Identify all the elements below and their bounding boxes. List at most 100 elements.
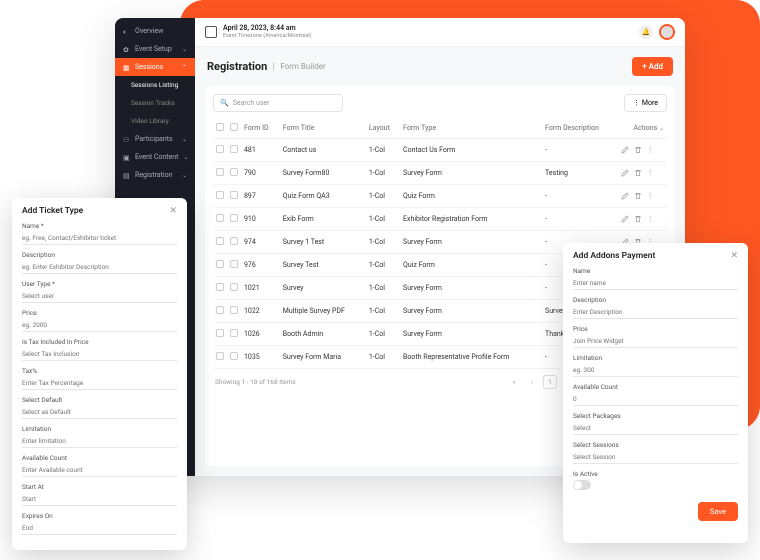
more-icon[interactable]: ⋮ bbox=[647, 192, 654, 200]
field-label: Select Packages bbox=[573, 412, 738, 420]
column-header[interactable] bbox=[213, 118, 227, 139]
checkbox[interactable] bbox=[230, 306, 238, 314]
column-header[interactable] bbox=[227, 118, 241, 139]
search-icon: 🔍 bbox=[220, 99, 229, 107]
form-id: 910 bbox=[241, 208, 280, 231]
field-input[interactable] bbox=[22, 232, 177, 245]
column-header[interactable]: Form Description bbox=[542, 118, 618, 139]
field-input[interactable] bbox=[573, 393, 738, 406]
form-title: Survey Form80 bbox=[280, 162, 366, 185]
checkbox[interactable] bbox=[230, 214, 238, 222]
close-icon[interactable]: ✕ bbox=[169, 206, 177, 216]
edit-icon[interactable] bbox=[621, 215, 629, 223]
avatar[interactable] bbox=[659, 24, 675, 40]
page-button[interactable]: ‹ bbox=[525, 375, 539, 389]
add-ticket-type-modal: Add Ticket Type ✕ Name *DescriptionUser … bbox=[12, 198, 187, 550]
notifications-button[interactable]: 🔔 bbox=[639, 25, 653, 39]
checkbox[interactable] bbox=[216, 145, 224, 153]
sidebar-item-participants[interactable]: ⚇Participants⌄ bbox=[115, 130, 195, 148]
page-button[interactable]: 1 bbox=[543, 375, 557, 389]
checkbox[interactable] bbox=[216, 283, 224, 291]
checkbox[interactable] bbox=[230, 145, 238, 153]
column-header[interactable]: Form Title bbox=[280, 118, 366, 139]
column-header[interactable]: Form ID bbox=[241, 118, 280, 139]
save-button[interactable]: Save bbox=[698, 502, 738, 521]
table-row[interactable]: 897Quiz Form QA31-ColQuiz Form-⋮ bbox=[213, 185, 667, 208]
more-icon[interactable]: ⋮ bbox=[647, 169, 654, 177]
gear-icon: ✿ bbox=[123, 46, 130, 53]
delete-icon[interactable] bbox=[634, 146, 642, 154]
table-row[interactable]: 790Survey Form801-ColSurvey FormTesting⋮ bbox=[213, 162, 667, 185]
checkbox[interactable] bbox=[216, 214, 224, 222]
checkbox[interactable] bbox=[230, 123, 238, 131]
checkbox[interactable] bbox=[230, 168, 238, 176]
more-icon[interactable]: ⋮ bbox=[647, 146, 654, 154]
checkbox[interactable] bbox=[216, 260, 224, 268]
form-id: 790 bbox=[241, 162, 280, 185]
field-input[interactable] bbox=[22, 406, 177, 419]
checkbox[interactable] bbox=[230, 329, 238, 337]
form-layout: 1-Col bbox=[366, 300, 400, 323]
table-row[interactable]: 910Exib Form1-ColExhibitor Registration … bbox=[213, 208, 667, 231]
field-input[interactable] bbox=[22, 377, 177, 390]
search-input[interactable]: 🔍Search user bbox=[213, 94, 343, 112]
delete-icon[interactable] bbox=[634, 169, 642, 177]
checkbox[interactable] bbox=[230, 237, 238, 245]
column-header[interactable]: Actions ⌄ bbox=[618, 118, 667, 139]
column-header[interactable]: Form Type bbox=[400, 118, 542, 139]
field-input[interactable] bbox=[22, 261, 177, 274]
checkbox[interactable] bbox=[230, 191, 238, 199]
sidebar-item-video-library[interactable]: Video Library bbox=[115, 112, 195, 130]
field-input[interactable] bbox=[22, 464, 177, 477]
field-input[interactable] bbox=[573, 306, 738, 319]
sidebar-item-registration[interactable]: ▤Registration⌄ bbox=[115, 166, 195, 184]
chevron-down-icon: ⌄ bbox=[182, 136, 187, 143]
more-icon[interactable]: ⋮ bbox=[647, 215, 654, 223]
delete-icon[interactable] bbox=[634, 215, 642, 223]
field-input[interactable] bbox=[22, 522, 177, 535]
form-layout: 1-Col bbox=[366, 162, 400, 185]
pagination-summary: Showing 1 - 10 of 168 Items bbox=[215, 378, 296, 386]
edit-icon[interactable] bbox=[621, 169, 629, 177]
field-input[interactable] bbox=[573, 277, 738, 290]
delete-icon[interactable] bbox=[634, 192, 642, 200]
checkbox[interactable] bbox=[216, 329, 224, 337]
checkbox[interactable] bbox=[216, 168, 224, 176]
checkbox[interactable] bbox=[230, 260, 238, 268]
checkbox[interactable] bbox=[230, 352, 238, 360]
edit-icon[interactable] bbox=[621, 192, 629, 200]
field-label: Limitation bbox=[573, 354, 738, 362]
checkbox[interactable] bbox=[216, 191, 224, 199]
is-active-toggle[interactable] bbox=[573, 480, 591, 490]
table-row[interactable]: 481Contact us1-ColContact Us Form-⋮ bbox=[213, 139, 667, 162]
sidebar-item-sessions-listing[interactable]: Sessions Listing bbox=[115, 76, 195, 94]
add-button[interactable]: + Add bbox=[632, 57, 673, 76]
field-input[interactable] bbox=[22, 348, 177, 361]
more-button[interactable]: ⋮ More bbox=[624, 94, 667, 112]
column-header[interactable]: Layout bbox=[366, 118, 400, 139]
field-input[interactable] bbox=[573, 451, 738, 464]
sidebar-item-event-setup[interactable]: ✿Event Setup⌄ bbox=[115, 40, 195, 58]
field-input[interactable] bbox=[573, 422, 738, 435]
sidebar-item-overview[interactable]: ◐Overview bbox=[115, 22, 195, 40]
form-id: 1035 bbox=[241, 346, 280, 369]
field-input[interactable] bbox=[22, 319, 177, 332]
close-icon[interactable]: ✕ bbox=[730, 251, 738, 261]
field-input[interactable] bbox=[573, 335, 738, 348]
sidebar-item-session-tracks[interactable]: Session Tracks bbox=[115, 94, 195, 112]
sidebar-item-event-content[interactable]: ▣Event Content⌄ bbox=[115, 148, 195, 166]
field-input[interactable] bbox=[573, 364, 738, 377]
edit-icon[interactable] bbox=[621, 146, 629, 154]
checkbox[interactable] bbox=[216, 306, 224, 314]
page-button[interactable]: « bbox=[507, 375, 521, 389]
checkbox[interactable] bbox=[216, 352, 224, 360]
checkbox[interactable] bbox=[230, 283, 238, 291]
sidebar-item-sessions[interactable]: ▦Sessions⌃ bbox=[115, 58, 195, 76]
field-label: Price bbox=[573, 325, 738, 333]
field-input[interactable] bbox=[22, 493, 177, 506]
field-input[interactable] bbox=[22, 290, 177, 303]
page-subtitle: Form Builder bbox=[273, 62, 325, 71]
checkbox[interactable] bbox=[216, 123, 224, 131]
field-input[interactable] bbox=[22, 435, 177, 448]
checkbox[interactable] bbox=[216, 237, 224, 245]
